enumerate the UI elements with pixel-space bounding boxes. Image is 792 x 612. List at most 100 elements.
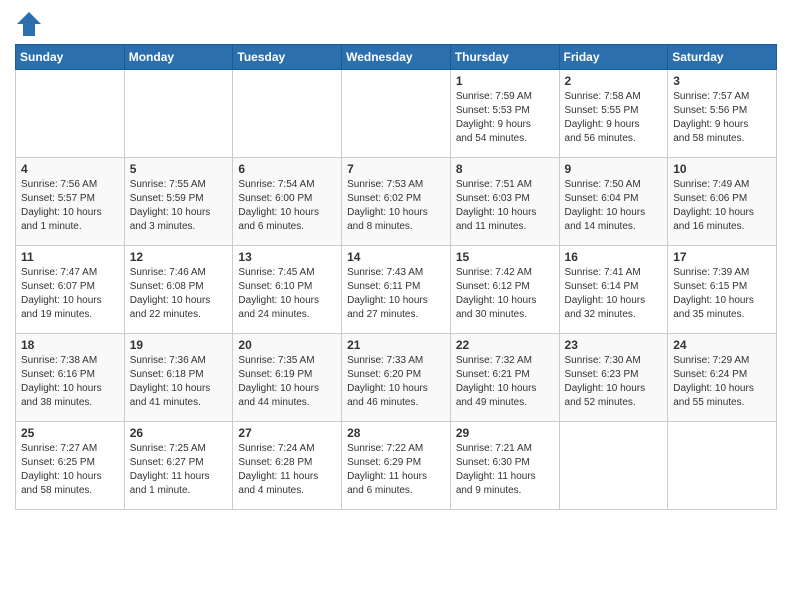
calendar-cell xyxy=(124,70,233,158)
day-number: 22 xyxy=(456,338,554,352)
day-info: Sunrise: 7:39 AM Sunset: 6:15 PM Dayligh… xyxy=(673,266,771,322)
weekday-header-saturday: Saturday xyxy=(668,45,777,70)
day-info: Sunrise: 7:35 AM Sunset: 6:19 PM Dayligh… xyxy=(238,354,336,410)
day-number: 28 xyxy=(347,426,445,440)
day-info: Sunrise: 7:21 AM Sunset: 6:30 PM Dayligh… xyxy=(456,442,554,498)
day-number: 25 xyxy=(21,426,119,440)
day-info: Sunrise: 7:30 AM Sunset: 6:23 PM Dayligh… xyxy=(565,354,663,410)
calendar-cell: 12Sunrise: 7:46 AM Sunset: 6:08 PM Dayli… xyxy=(124,246,233,334)
day-info: Sunrise: 7:43 AM Sunset: 6:11 PM Dayligh… xyxy=(347,266,445,322)
weekday-header-sunday: Sunday xyxy=(16,45,125,70)
calendar-cell: 8 Sunrise: 7:51 AM Sunset: 6:03 PM Daylig… xyxy=(450,158,559,246)
weekday-header-monday: Monday xyxy=(124,45,233,70)
day-info: Sunrise: 7:59 AM Sunset: 5:53 PM Dayligh… xyxy=(456,90,554,146)
day-number: 8 xyxy=(456,162,554,176)
day-number: 20 xyxy=(238,338,336,352)
day-info: Sunrise: 7:55 AM Sunset: 5:59 PM Dayligh… xyxy=(130,178,228,234)
calendar-cell: 21Sunrise: 7:33 AM Sunset: 6:20 PM Dayli… xyxy=(342,334,451,422)
calendar-cell xyxy=(559,422,668,510)
day-info: Sunrise: 7:56 AM Sunset: 5:57 PM Dayligh… xyxy=(21,178,119,234)
day-info: Sunrise: 7:38 AM Sunset: 6:16 PM Dayligh… xyxy=(21,354,119,410)
calendar-cell: 29Sunrise: 7:21 AM Sunset: 6:30 PM Dayli… xyxy=(450,422,559,510)
day-number: 10 xyxy=(673,162,771,176)
day-number: 26 xyxy=(130,426,228,440)
calendar-header-row: SundayMondayTuesdayWednesdayThursdayFrid… xyxy=(16,45,777,70)
calendar-cell: 6 Sunrise: 7:54 AM Sunset: 6:00 PM Daylig… xyxy=(233,158,342,246)
day-info: Sunrise: 7:22 AM Sunset: 6:29 PM Dayligh… xyxy=(347,442,445,498)
calendar: SundayMondayTuesdayWednesdayThursdayFrid… xyxy=(15,44,777,510)
day-number: 15 xyxy=(456,250,554,264)
day-number: 21 xyxy=(347,338,445,352)
weekday-header-thursday: Thursday xyxy=(450,45,559,70)
day-number: 12 xyxy=(130,250,228,264)
calendar-cell xyxy=(668,422,777,510)
day-number: 13 xyxy=(238,250,336,264)
calendar-cell: 20 Sunrise: 7:35 AM Sunset: 6:19 PM Dayli… xyxy=(233,334,342,422)
day-number: 14 xyxy=(347,250,445,264)
day-number: 1 xyxy=(456,74,554,88)
calendar-week-4: 25 Sunrise: 7:27 AM Sunset: 6:25 PM Dayli… xyxy=(16,422,777,510)
calendar-cell xyxy=(233,70,342,158)
calendar-week-3: 18 Sunrise: 7:38 AM Sunset: 6:16 PM Dayli… xyxy=(16,334,777,422)
day-info: Sunrise: 7:58 AM Sunset: 5:55 PM Dayligh… xyxy=(565,90,663,146)
day-info: Sunrise: 7:25 AM Sunset: 6:27 PM Dayligh… xyxy=(130,442,228,498)
day-info: Sunrise: 7:49 AM Sunset: 6:06 PM Dayligh… xyxy=(673,178,771,234)
calendar-week-2: 11Sunrise: 7:47 AM Sunset: 6:07 PM Dayli… xyxy=(16,246,777,334)
day-number: 19 xyxy=(130,338,228,352)
day-number: 4 xyxy=(21,162,119,176)
calendar-cell: 11Sunrise: 7:47 AM Sunset: 6:07 PM Dayli… xyxy=(16,246,125,334)
calendar-cell: 4 Sunrise: 7:56 AM Sunset: 5:57 PM Daylig… xyxy=(16,158,125,246)
day-number: 5 xyxy=(130,162,228,176)
day-number: 23 xyxy=(565,338,663,352)
calendar-week-0: 1 Sunrise: 7:59 AM Sunset: 5:53 PM Daylig… xyxy=(16,70,777,158)
day-number: 24 xyxy=(673,338,771,352)
calendar-week-1: 4 Sunrise: 7:56 AM Sunset: 5:57 PM Daylig… xyxy=(16,158,777,246)
calendar-cell xyxy=(342,70,451,158)
day-info: Sunrise: 7:45 AM Sunset: 6:10 PM Dayligh… xyxy=(238,266,336,322)
day-number: 3 xyxy=(673,74,771,88)
day-number: 18 xyxy=(21,338,119,352)
calendar-cell: 17 Sunrise: 7:39 AM Sunset: 6:15 PM Dayli… xyxy=(668,246,777,334)
calendar-cell: 25 Sunrise: 7:27 AM Sunset: 6:25 PM Dayli… xyxy=(16,422,125,510)
calendar-cell: 28 Sunrise: 7:22 AM Sunset: 6:29 PM Dayli… xyxy=(342,422,451,510)
day-info: Sunrise: 7:51 AM Sunset: 6:03 PM Dayligh… xyxy=(456,178,554,234)
day-number: 2 xyxy=(565,74,663,88)
weekday-header-friday: Friday xyxy=(559,45,668,70)
calendar-cell: 5 Sunrise: 7:55 AM Sunset: 5:59 PM Daylig… xyxy=(124,158,233,246)
calendar-cell: 24Sunrise: 7:29 AM Sunset: 6:24 PM Dayli… xyxy=(668,334,777,422)
day-info: Sunrise: 7:32 AM Sunset: 6:21 PM Dayligh… xyxy=(456,354,554,410)
calendar-cell: 2 Sunrise: 7:58 AM Sunset: 5:55 PM Daylig… xyxy=(559,70,668,158)
day-number: 27 xyxy=(238,426,336,440)
calendar-cell: 10 Sunrise: 7:49 AM Sunset: 6:06 PM Dayli… xyxy=(668,158,777,246)
logo xyxy=(15,10,47,38)
calendar-cell: 16 Sunrise: 7:41 AM Sunset: 6:14 PM Dayli… xyxy=(559,246,668,334)
calendar-cell: 1 Sunrise: 7:59 AM Sunset: 5:53 PM Daylig… xyxy=(450,70,559,158)
day-info: Sunrise: 7:42 AM Sunset: 6:12 PM Dayligh… xyxy=(456,266,554,322)
calendar-cell: 23 Sunrise: 7:30 AM Sunset: 6:23 PM Dayli… xyxy=(559,334,668,422)
day-info: Sunrise: 7:54 AM Sunset: 6:00 PM Dayligh… xyxy=(238,178,336,234)
calendar-cell: 3 Sunrise: 7:57 AM Sunset: 5:56 PM Daylig… xyxy=(668,70,777,158)
calendar-cell: 18 Sunrise: 7:38 AM Sunset: 6:16 PM Dayli… xyxy=(16,334,125,422)
page-header xyxy=(15,10,777,38)
calendar-cell: 13 Sunrise: 7:45 AM Sunset: 6:10 PM Dayli… xyxy=(233,246,342,334)
weekday-header-tuesday: Tuesday xyxy=(233,45,342,70)
calendar-cell: 19 Sunrise: 7:36 AM Sunset: 6:18 PM Dayli… xyxy=(124,334,233,422)
calendar-cell: 15 Sunrise: 7:42 AM Sunset: 6:12 PM Dayli… xyxy=(450,246,559,334)
day-info: Sunrise: 7:27 AM Sunset: 6:25 PM Dayligh… xyxy=(21,442,119,498)
day-number: 17 xyxy=(673,250,771,264)
day-info: Sunrise: 7:24 AM Sunset: 6:28 PM Dayligh… xyxy=(238,442,336,498)
day-info: Sunrise: 7:53 AM Sunset: 6:02 PM Dayligh… xyxy=(347,178,445,234)
day-info: Sunrise: 7:57 AM Sunset: 5:56 PM Dayligh… xyxy=(673,90,771,146)
calendar-cell: 14 Sunrise: 7:43 AM Sunset: 6:11 PM Dayli… xyxy=(342,246,451,334)
calendar-cell: 7Sunrise: 7:53 AM Sunset: 6:02 PM Daylig… xyxy=(342,158,451,246)
day-number: 6 xyxy=(238,162,336,176)
calendar-cell xyxy=(16,70,125,158)
day-number: 16 xyxy=(565,250,663,264)
weekday-header-wednesday: Wednesday xyxy=(342,45,451,70)
logo-icon xyxy=(15,10,43,38)
day-info: Sunrise: 7:50 AM Sunset: 6:04 PM Dayligh… xyxy=(565,178,663,234)
day-info: Sunrise: 7:36 AM Sunset: 6:18 PM Dayligh… xyxy=(130,354,228,410)
calendar-cell: 22 Sunrise: 7:32 AM Sunset: 6:21 PM Dayli… xyxy=(450,334,559,422)
day-number: 11 xyxy=(21,250,119,264)
day-info: Sunrise: 7:41 AM Sunset: 6:14 PM Dayligh… xyxy=(565,266,663,322)
